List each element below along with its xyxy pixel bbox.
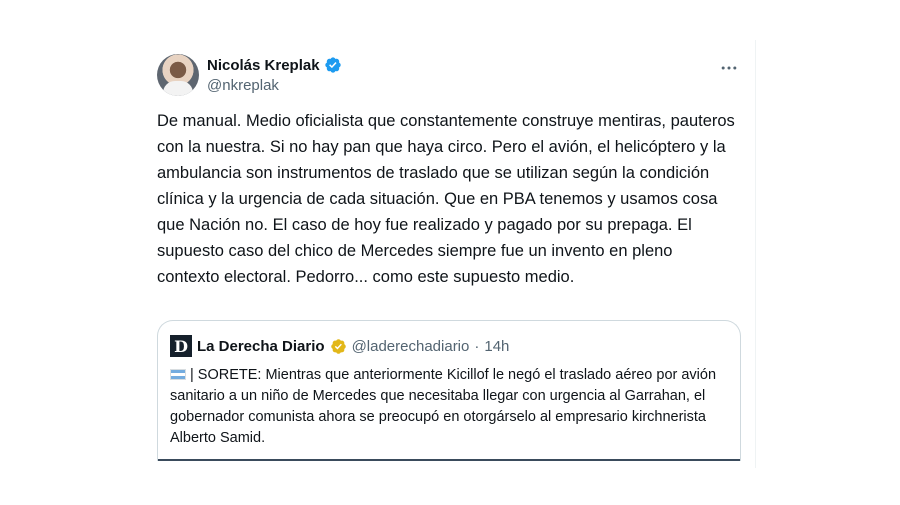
tweet-header: Nicolás Kreplak @nkreplak (157, 52, 741, 100)
quoted-tweet-text: | SORETE: Mientras que anteriormente Kic… (170, 365, 730, 449)
author-name[interactable]: Nicolás Kreplak (207, 57, 320, 74)
quoted-author-name[interactable]: La Derecha Diario (197, 338, 325, 355)
author-info: Nicolás Kreplak @nkreplak (207, 55, 342, 94)
quoted-timestamp[interactable]: 14h (484, 338, 509, 355)
verified-badge-icon (324, 57, 341, 73)
quoted-card-bottom-edge (158, 459, 740, 461)
separator-dot: · (474, 337, 480, 355)
argentina-flag-icon (170, 369, 186, 380)
author-handle[interactable]: @nkreplak (207, 77, 342, 94)
quoted-tweet[interactable]: D La Derecha Diario @laderechadiario · 1… (157, 320, 741, 461)
author-avatar[interactable] (157, 54, 199, 96)
quoted-author-handle[interactable]: @laderechadiario (352, 338, 470, 355)
tweet-card[interactable]: Nicolás Kreplak @nkreplak De manual. Med… (143, 40, 756, 468)
quoted-author-avatar[interactable]: D (170, 335, 192, 357)
gold-verified-badge-icon (330, 338, 346, 354)
more-options-icon[interactable] (719, 58, 739, 78)
tweet-text: De manual. Medio oficialista que constan… (157, 112, 735, 286)
quoted-tweet-header: D La Derecha Diario @laderechadiario · 1… (170, 335, 509, 357)
quoted-tweet-body: | SORETE: Mientras que anteriormente Kic… (170, 367, 717, 446)
